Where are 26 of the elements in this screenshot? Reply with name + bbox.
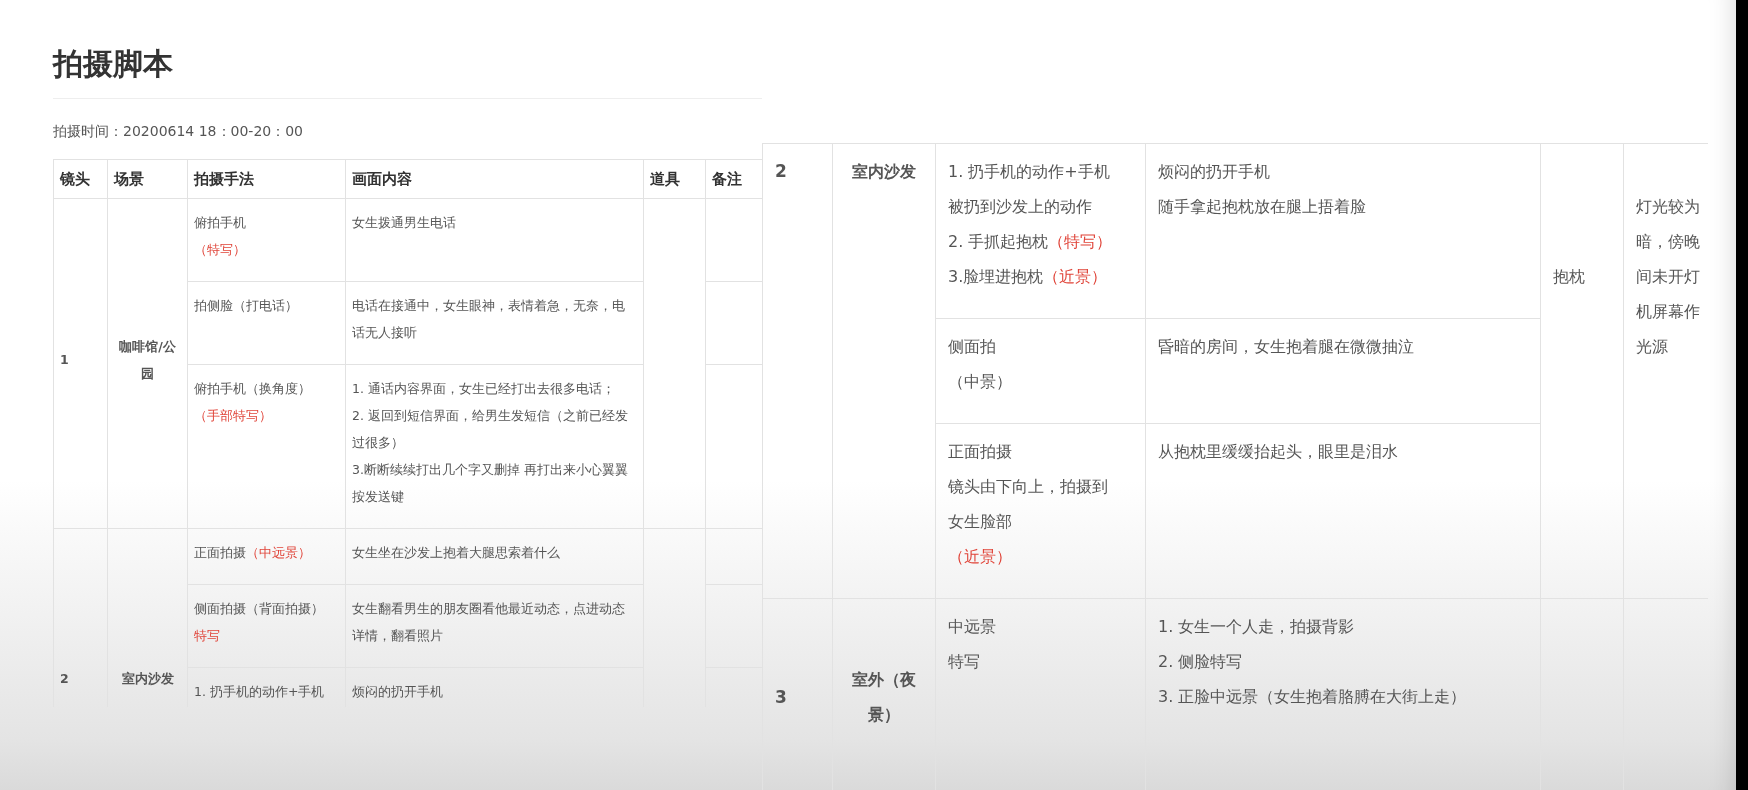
table-cell: 抱枕 [1540,143,1624,599]
table-cell: 俯拍手机（换角度） （手部特写） [187,364,346,529]
table-cell: 女生坐在沙发上抱着大腿思索着什么 [345,528,644,585]
table-cell: 1. 扔手机的动作+手机 被扔到沙发上的动作 2. 手抓起抱枕（特写） 3.脸埋进抱枕（近景） [935,143,1146,319]
column-header: 画面内容 [345,159,644,199]
table-cell: 烦闷的扔开手机 随手拿起抱枕放在腿上捂着脸 [1145,143,1541,319]
table-cell: 俯拍手机 （特写） [187,198,346,282]
table-cell: 侧面拍 （中景） [935,318,1146,424]
page-title: 拍摄脚本 [53,45,174,83]
column-header: 场景 [107,159,188,199]
table-cell: 侧面拍摄（背面拍摄） 特写 [187,584,346,668]
table-cell: 1 [53,198,108,529]
column-header: 备注 [705,159,762,199]
column-header: 拍摄手法 [187,159,346,199]
table-cell: 3 [762,598,833,790]
table-cell: 女生拨通男生电话 [345,198,644,282]
shoot-time: 拍摄时间：20200614 18：00-20：00 [53,123,304,141]
table-cell: 咖啡馆/公园 [107,198,188,529]
table-cell: 拍侧脸（打电话） [187,281,346,365]
table-cell: 正面拍摄 镜头由下向上，拍摄到 女生脸部 （近景） [935,423,1146,599]
table-cell: 室内沙发 [832,143,936,599]
table-cell: 2 [762,143,833,599]
column-header: 镜头 [53,159,108,199]
table-cell: 正面拍摄（中远景） [187,528,346,585]
column-header: 道具 [643,159,706,199]
table-cell: 2 [53,528,108,707]
